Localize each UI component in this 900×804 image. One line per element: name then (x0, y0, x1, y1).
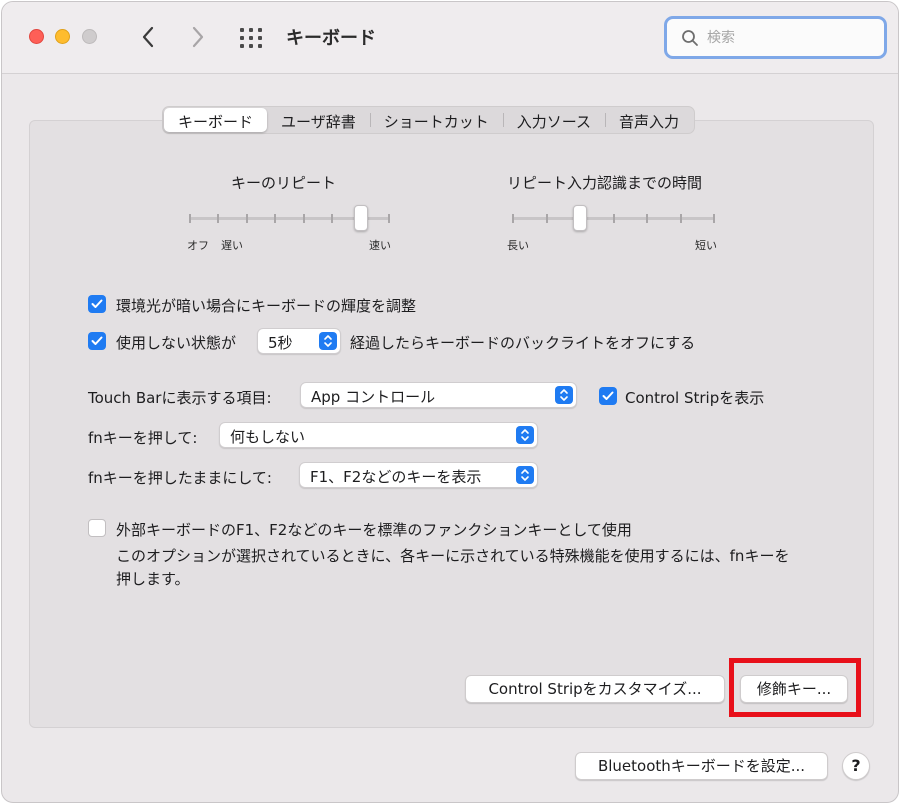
key-repeat-title: キーのリピート (231, 174, 337, 192)
highlight-box (729, 658, 861, 717)
auto-brightness-label: 環境光が暗い場合にキーボードの輝度を調整 (116, 297, 417, 315)
function-keys-description-line2: 押します。 (116, 570, 190, 588)
repeat-delay-short-label: 短い (695, 239, 717, 252)
function-keys-description-line1: このオプションが選択されているときに、各キーに示されている特殊機能を使用するには… (116, 547, 790, 565)
slider-tick (274, 214, 277, 223)
fn-press-select[interactable]: 何もしない (219, 422, 538, 448)
bluetooth-keyboard-setup-button[interactable]: Bluetoothキーボードを設定... (575, 752, 828, 780)
fn-hold-value: F1、F2などのキーを表示 (310, 468, 482, 486)
backlight-timeout-value: 5秒 (268, 334, 293, 352)
backlight-off-label-after: 経過したらキーボードのバックライトをオフにする (350, 334, 696, 352)
tab-shortcuts[interactable]: ショートカット (369, 108, 503, 132)
zoom-window-button[interactable] (82, 29, 97, 44)
function-keys-label: 外部キーボードのF1、F2などのキーを標準のファンクションキーとして使用 (116, 521, 632, 539)
touchbar-value: App コントロール (311, 388, 436, 406)
backlight-timeout-select[interactable]: 5秒 (257, 328, 341, 354)
tab-dictation[interactable]: 音声入力 (605, 108, 693, 132)
tab-bar: キーボード ユーザ辞書 ショートカット 入力ソース 音声入力 (162, 106, 696, 134)
show-control-strip-label: Control Stripを表示 (625, 389, 765, 407)
slider-tick (302, 214, 305, 223)
checkmark-icon (91, 299, 103, 308)
backlight-off-checkbox[interactable] (88, 332, 106, 350)
slider-thumb[interactable] (573, 205, 587, 231)
fn-press-label: fnキーを押して: (88, 429, 198, 447)
repeat-delay-long-label: 長い (507, 239, 529, 252)
slider-tick (646, 214, 648, 223)
chevron-up-down-icon (516, 426, 534, 444)
grid-icon (240, 28, 244, 32)
search-input[interactable] (707, 28, 877, 48)
slider-tick (245, 214, 248, 223)
tab-user-dictionary[interactable]: ユーザ辞書 (267, 108, 370, 132)
touchbar-label: Touch Barに表示する項目: (88, 389, 272, 407)
window-title: キーボード (286, 28, 376, 49)
slider-tick (189, 214, 191, 223)
show-all-preferences-button[interactable] (238, 26, 266, 50)
slider-tick (331, 214, 334, 223)
close-window-button[interactable] (29, 29, 44, 44)
forward-button[interactable] (184, 22, 212, 52)
keyboard-preferences-window: キーボード キーボード ユーザ辞書 ショートカット 入力ソース 音声入力 キーの… (1, 1, 899, 803)
fn-hold-select[interactable]: F1、F2などのキーを表示 (299, 462, 538, 488)
slider-tick (713, 214, 715, 223)
search-icon (682, 30, 698, 46)
tab-input-sources[interactable]: 入力ソース (502, 108, 605, 132)
key-repeat-fast-label: 速い (369, 239, 391, 252)
minimize-window-button[interactable] (55, 29, 70, 44)
slider-tick (217, 214, 220, 223)
tab-keyboard[interactable]: キーボード (164, 108, 268, 132)
touchbar-select[interactable]: App コントロール (300, 382, 577, 408)
checkmark-icon (602, 391, 614, 400)
slider-tick (545, 214, 548, 223)
slider-tick (388, 214, 390, 223)
slider-tick (612, 214, 615, 223)
customize-control-strip-button[interactable]: Control Stripをカスタマイズ... (465, 675, 725, 703)
backlight-off-label-before: 使用しない状態が (116, 334, 237, 352)
auto-brightness-checkbox[interactable] (88, 295, 106, 313)
function-keys-checkbox[interactable] (88, 519, 106, 537)
repeat-delay-title: リピート入力認識までの時間 (507, 174, 703, 192)
fn-hold-label: fnキーを押したままにして: (88, 469, 272, 487)
slider-tick (512, 214, 514, 223)
show-control-strip-checkbox[interactable] (599, 387, 617, 405)
search-field[interactable] (664, 16, 887, 59)
fn-press-value: 何もしない (230, 428, 306, 446)
key-repeat-off-label: オフ (187, 239, 209, 252)
back-button[interactable] (134, 22, 162, 52)
slider-tick (679, 214, 682, 223)
help-button[interactable]: ? (842, 752, 870, 780)
chevron-up-down-icon (555, 386, 573, 404)
chevron-left-icon (142, 26, 154, 48)
titlebar: キーボード (2, 2, 898, 74)
chevron-right-icon (192, 26, 204, 48)
chevron-up-down-icon (319, 332, 337, 350)
checkmark-icon (91, 336, 103, 345)
chevron-up-down-icon (516, 466, 534, 484)
key-repeat-slow-label: 遅い (221, 239, 243, 252)
slider-thumb[interactable] (353, 205, 368, 231)
